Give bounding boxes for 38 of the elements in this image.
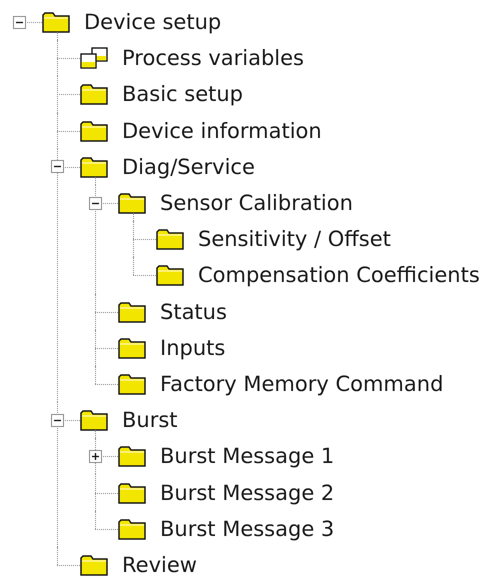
expander-toggle[interactable]: [89, 450, 102, 463]
folder-icon: [80, 83, 108, 106]
tree-item[interactable]: Burst Message 1: [160, 444, 334, 468]
tree-item[interactable]: Compensation Coefficients: [198, 263, 480, 288]
tree-item[interactable]: Sensor Calibration: [160, 191, 353, 216]
folder-icon: [118, 518, 146, 540]
tree-item[interactable]: Burst: [122, 408, 178, 432]
tree-item[interactable]: Sensitivity / Offset: [198, 227, 391, 252]
tree-item[interactable]: Burst Message 3: [160, 516, 334, 541]
folder-icon: [156, 264, 184, 286]
tree-item[interactable]: Status: [160, 300, 227, 324]
folder-icon: [42, 11, 70, 34]
tree-item[interactable]: Device setup: [84, 10, 222, 34]
folder-icon: [156, 228, 184, 250]
tree-item[interactable]: Basic setup: [122, 82, 244, 106]
tree-item[interactable]: Process variables: [122, 46, 304, 70]
folder-icon: [80, 156, 108, 178]
tree-item[interactable]: Review: [122, 552, 197, 577]
folder-icon: [80, 554, 108, 576]
tree-item[interactable]: Diag/Service: [122, 154, 255, 179]
folder-icon: [118, 336, 146, 359]
expander-toggle[interactable]: [13, 16, 26, 29]
windows-icon: [80, 47, 108, 70]
folder-icon: [80, 120, 108, 142]
expander-toggle[interactable]: [51, 160, 64, 174]
tree-item[interactable]: Device information: [122, 118, 322, 143]
tree-item[interactable]: Inputs: [160, 336, 226, 360]
folder-icon: [118, 445, 146, 468]
expander-toggle[interactable]: [89, 196, 102, 210]
expander-toggle[interactable]: [51, 414, 64, 427]
folder-icon: [118, 372, 146, 395]
folder-icon: [80, 409, 108, 432]
folder-icon: [118, 192, 146, 214]
folder-icon: [118, 300, 146, 323]
tree-item[interactable]: Factory Memory Command: [160, 372, 444, 396]
tree-item[interactable]: Burst Message 2: [160, 480, 334, 505]
folder-icon: [118, 482, 146, 504]
plus-icon: [91, 452, 100, 461]
